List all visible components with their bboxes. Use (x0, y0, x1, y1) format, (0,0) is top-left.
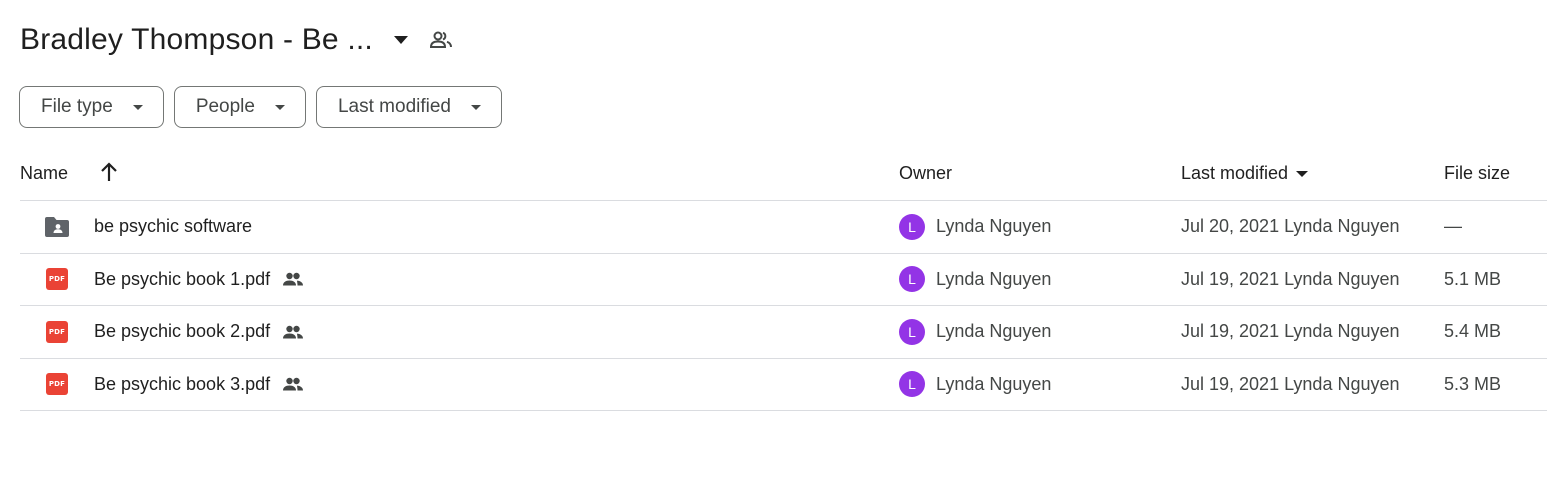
table-row[interactable]: be psychic software L Lynda Nguyen Jul 2… (20, 201, 1547, 254)
owner-name: Lynda Nguyen (936, 216, 1052, 237)
table-row[interactable]: PDF Be psychic book 2.pdf L Lynda Nguyen… (20, 306, 1547, 359)
avatar: L (899, 266, 925, 293)
column-owner-label: Owner (899, 163, 953, 183)
last-modified: Jul 19, 2021 Lynda Nguyen (1181, 321, 1400, 342)
file-size: 5.3 MB (1444, 373, 1502, 394)
column-last-modified[interactable]: Last modified (1181, 163, 1309, 184)
shared-people-icon[interactable] (427, 26, 455, 54)
avatar: L (899, 213, 925, 240)
pdf-icon: PDF (46, 373, 68, 396)
file-name-label: Be psychic book 2.pdf (94, 321, 271, 342)
owner-name: Lynda Nguyen (936, 268, 1052, 289)
table-row[interactable]: PDF Be psychic book 3.pdf L Lynda Nguyen… (20, 359, 1547, 411)
shared-people-icon (282, 377, 304, 391)
file-name-label: Be psychic book 3.pdf (94, 373, 271, 394)
arrow-drop-down-icon (132, 104, 143, 110)
arrow-drop-down-icon (471, 104, 481, 110)
owner: L Lynda Nguyen (899, 201, 1051, 253)
filter-people[interactable]: People (173, 86, 306, 128)
filter-label: File type (41, 96, 113, 117)
table-row[interactable]: PDF Be psychic book 1.pdf L Lynda Nguyen… (20, 254, 1547, 306)
page-title[interactable]: Bradley Thompson - Be ... (20, 20, 373, 60)
page-header: Bradley Thompson - Be ... (20, 18, 455, 62)
filter-label: Last modified (337, 96, 451, 117)
pdf-icon-wrap: PDF (42, 254, 72, 306)
table-header: Name Owner Last modified File size (20, 149, 1547, 201)
owner-name: Lynda Nguyen (936, 373, 1052, 394)
shared-people-icon (282, 325, 304, 339)
column-name-label: Name (20, 163, 69, 183)
column-file-size-label: File size (1444, 163, 1511, 183)
pdf-icon: PDF (46, 268, 68, 291)
avatar: L (899, 318, 925, 345)
last-modified: Jul 19, 2021 Lynda Nguyen (1181, 373, 1400, 394)
arrow-drop-down-icon[interactable] (389, 28, 413, 52)
filter-last-modified[interactable]: Last modified (315, 86, 502, 128)
shared-folder-icon (42, 201, 72, 253)
pdf-icon-wrap: PDF (42, 359, 72, 411)
column-name[interactable]: Name (20, 163, 68, 184)
owner: L Lynda Nguyen (899, 306, 1051, 358)
filter-file-type[interactable]: File type (19, 86, 164, 128)
sort-arrow-up-icon[interactable] (100, 162, 118, 182)
filter-label: People (195, 96, 255, 117)
file-size: — (1444, 216, 1462, 237)
column-last-modified-label: Last modified (1181, 163, 1289, 183)
avatar: L (899, 371, 925, 398)
owner: L Lynda Nguyen (899, 359, 1051, 411)
file-name-label: be psychic software (94, 216, 253, 237)
pdf-icon-wrap: PDF (42, 306, 72, 358)
last-modified: Jul 19, 2021 Lynda Nguyen (1181, 268, 1400, 289)
shared-people-icon (282, 272, 304, 286)
column-owner[interactable]: Owner (899, 163, 952, 184)
owner: L Lynda Nguyen (899, 254, 1051, 306)
file-name-label: Be psychic book 1.pdf (94, 268, 271, 289)
file-name[interactable]: be psychic software (94, 201, 252, 253)
file-name[interactable]: Be psychic book 2.pdf (94, 306, 304, 358)
file-size: 5.4 MB (1444, 321, 1502, 342)
column-file-size[interactable]: File size (1444, 163, 1510, 184)
file-name[interactable]: Be psychic book 3.pdf (94, 359, 304, 411)
file-name[interactable]: Be psychic book 1.pdf (94, 254, 304, 306)
arrow-drop-down-icon (274, 104, 285, 110)
file-list: Name Owner Last modified File size be ps… (20, 149, 1547, 411)
last-modified: Jul 20, 2021 Lynda Nguyen (1181, 216, 1400, 237)
filter-bar: File type People Last modified (19, 86, 502, 128)
file-size: 5.1 MB (1444, 268, 1502, 289)
arrow-drop-down-icon (1296, 170, 1309, 177)
owner-name: Lynda Nguyen (936, 321, 1052, 342)
pdf-icon: PDF (46, 320, 68, 343)
